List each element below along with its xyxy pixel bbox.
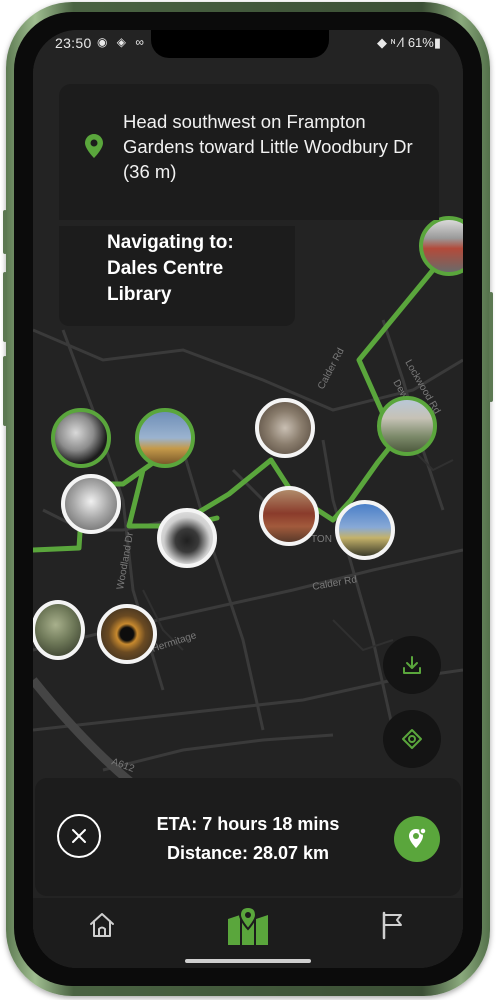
poi-marker-gargoyle[interactable] <box>33 600 85 660</box>
side-button-volume-up <box>3 272 7 342</box>
map-pin-icon <box>85 134 103 158</box>
home-indicator[interactable] <box>185 959 311 963</box>
locate-icon <box>402 729 422 749</box>
route-overview-button[interactable] <box>394 816 440 862</box>
flag-icon[interactable] <box>379 910 407 940</box>
side-button-power <box>3 210 7 254</box>
distance-text: Distance: 28.07 km <box>166 843 330 863</box>
navigating-label: Navigating to: <box>107 232 234 253</box>
destination-text: Navigating to: Dales Centre Library <box>107 230 277 308</box>
destination-name: Dales Centre Library <box>107 258 224 305</box>
home-icon[interactable] <box>87 910 117 940</box>
camera-notch <box>151 30 329 58</box>
direction-instruction: Head southwest on Frampton Gardens towar… <box>123 111 413 182</box>
eta-text: ETA: 7 hours 18 mins <box>156 814 340 834</box>
download-icon <box>403 656 421 674</box>
poi-marker-stone-ruin[interactable] <box>377 396 437 456</box>
poi-marker-sculpture[interactable] <box>51 408 111 468</box>
poi-marker-eye-sculpture[interactable] <box>97 604 157 664</box>
poi-marker-windmill[interactable] <box>135 408 195 468</box>
recenter-button[interactable] <box>383 710 441 768</box>
poi-marker-fountain[interactable] <box>255 398 315 458</box>
status-time: 23:50 <box>55 35 92 51</box>
status-notification-icons: ◉ ◈ ∞ <box>97 35 147 49</box>
side-button-right <box>489 292 493 402</box>
app-screen: Dewsbury Rd Lockwood Rd Calder Rd Hermit… <box>33 30 463 968</box>
poi-marker-statue[interactable] <box>157 508 217 568</box>
street-label: TON <box>311 534 332 545</box>
cancel-navigation-button[interactable] <box>57 814 101 858</box>
side-button-volume-down <box>3 356 7 426</box>
download-button[interactable] <box>383 636 441 694</box>
close-icon <box>72 829 86 843</box>
poi-marker-tower[interactable] <box>61 474 121 534</box>
poi-marker-modern-building[interactable] <box>335 500 395 560</box>
status-system-icons: ◆ ᶰ ⁄l 61%▮ <box>376 35 441 50</box>
poi-marker-brick-building[interactable] <box>259 486 319 546</box>
route-pin-icon <box>409 827 427 848</box>
map-icon[interactable] <box>226 907 270 947</box>
